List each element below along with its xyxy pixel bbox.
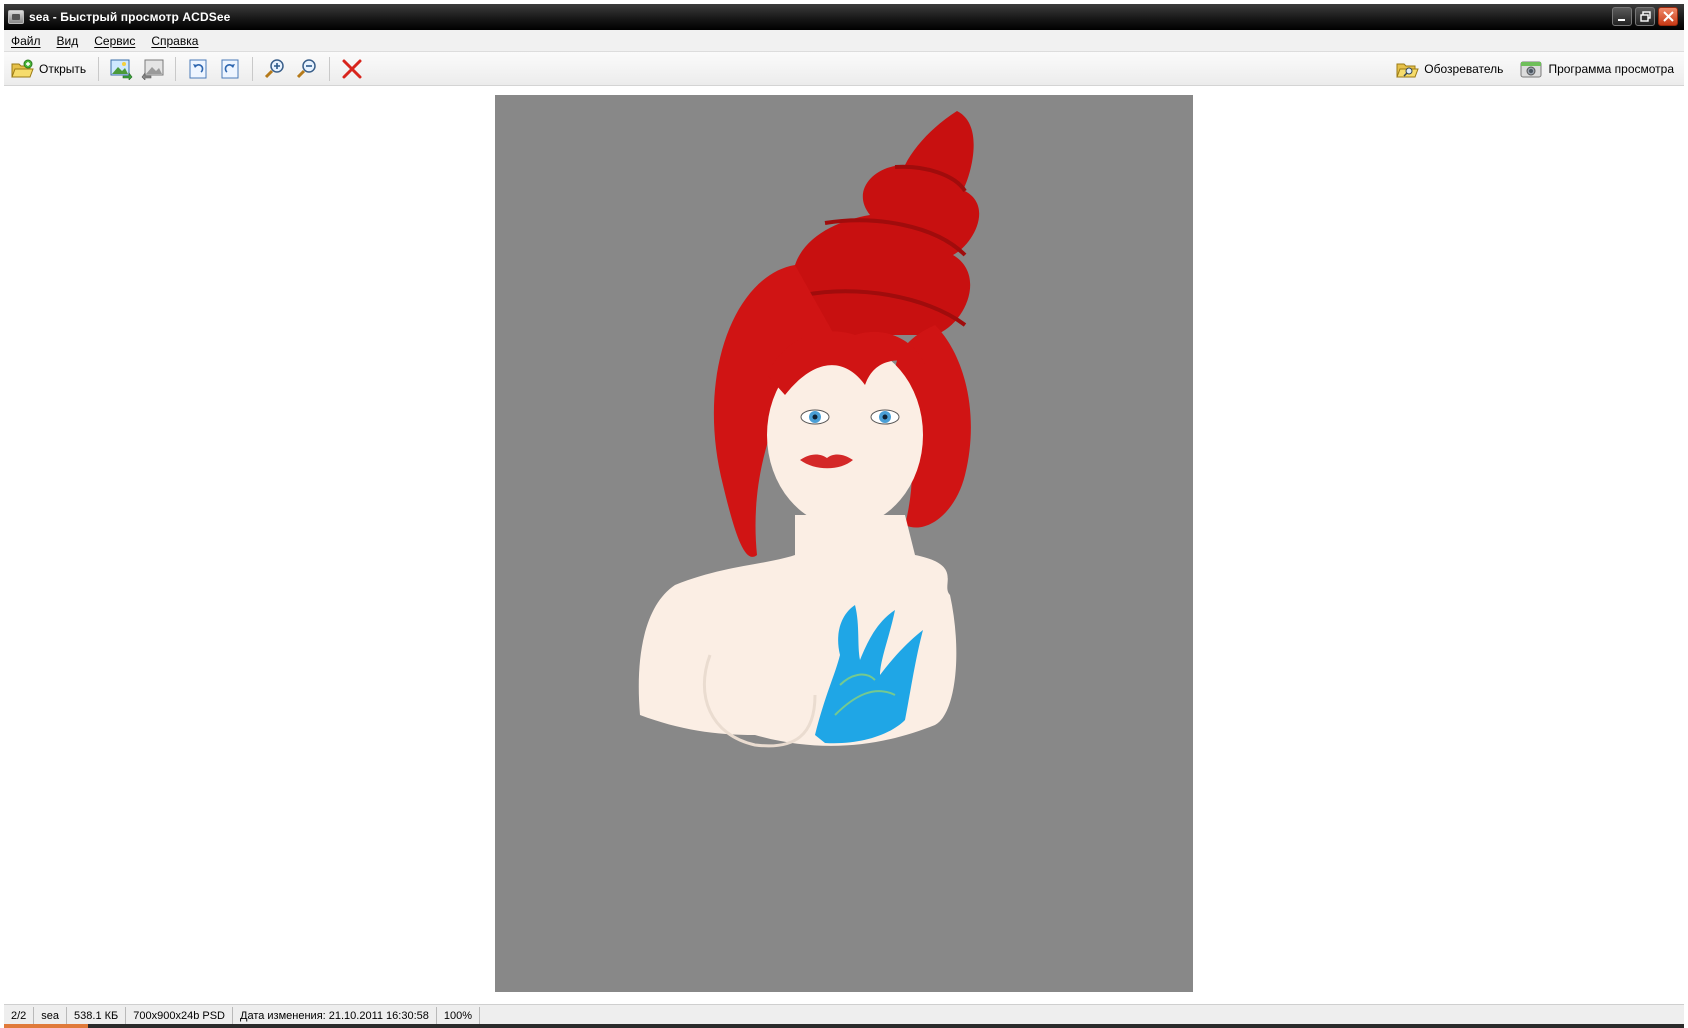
delete-icon (342, 59, 362, 78)
rotate-right-icon (221, 59, 239, 78)
next-image-icon (141, 59, 164, 80)
status-filename: sea (34, 1006, 68, 1025)
toolbar-right: Обозреватель Программа просмотра (1391, 55, 1678, 83)
title-bar: sea - Быстрый просмотр ACDSee (4, 4, 1684, 30)
zoom-out-icon (297, 58, 316, 78)
toolbar: Открыть Обозреватель Программа просмотра (4, 52, 1684, 86)
viewer-camera-icon (1520, 61, 1542, 78)
menu-view[interactable]: Вид (57, 34, 79, 48)
previous-image-button[interactable] (105, 55, 137, 83)
status-modified-date: Дата изменения: 21.10.2011 16:30:58 (233, 1006, 437, 1025)
browser-label: Обозреватель (1424, 62, 1504, 76)
app-icon[interactable] (8, 10, 24, 24)
next-image-button[interactable] (137, 55, 169, 83)
close-button[interactable] (1658, 7, 1678, 26)
restore-icon (1639, 11, 1651, 22)
menu-help[interactable]: Справка (151, 34, 198, 48)
minimize-button[interactable] (1612, 7, 1632, 26)
menu-bar: Файл Вид Сервис Справка (4, 30, 1684, 52)
status-dimensions: 700x900x24b PSD (126, 1006, 233, 1025)
open-folder-icon (11, 59, 34, 77)
zoom-in-icon (265, 58, 284, 78)
toolbar-separator (329, 56, 331, 81)
restore-button[interactable] (1635, 7, 1655, 26)
zoom-out-button[interactable] (291, 55, 323, 83)
image-viewer[interactable] (4, 86, 1684, 1006)
acdsee-window: sea - Быстрый просмотр ACDSee Файл Вид С… (4, 4, 1684, 1028)
toolbar-separator (252, 56, 254, 81)
mermaid-illustration (495, 95, 1193, 992)
toolbar-separator (175, 56, 177, 81)
status-position: 2/2 (4, 1006, 35, 1025)
toolbar-separator (98, 56, 100, 81)
window-controls (1612, 7, 1678, 26)
previous-image-icon (110, 59, 133, 80)
taskbar-edge (4, 1024, 1684, 1028)
menu-tools[interactable]: Сервис (94, 34, 135, 48)
menu-file[interactable]: Файл (11, 34, 41, 48)
status-zoom: 100% (437, 1006, 481, 1025)
viewer-button[interactable]: Программа просмотра (1515, 55, 1678, 83)
taskbar-start-edge (4, 1024, 88, 1028)
browser-button[interactable]: Обозреватель (1391, 55, 1507, 83)
browser-folder-icon (1396, 63, 1420, 78)
window-title: sea - Быстрый просмотр ACDSee (29, 10, 231, 24)
status-filesize: 538.1 КБ (67, 1006, 127, 1025)
zoom-in-button[interactable] (259, 55, 291, 83)
viewer-label: Программа просмотра (1548, 62, 1674, 76)
status-bar: 2/2 sea 538.1 КБ 700x900x24b PSD Дата из… (4, 1004, 1684, 1026)
rotate-left-button[interactable] (182, 55, 214, 83)
open-button[interactable]: Открыть (6, 55, 90, 83)
minimize-icon (1618, 18, 1625, 21)
rotate-right-button[interactable] (214, 55, 246, 83)
close-icon (1662, 11, 1674, 22)
rotate-left-icon (189, 59, 207, 78)
open-label: Открыть (39, 61, 87, 76)
delete-button[interactable] (336, 55, 368, 83)
image-canvas[interactable] (495, 95, 1193, 992)
